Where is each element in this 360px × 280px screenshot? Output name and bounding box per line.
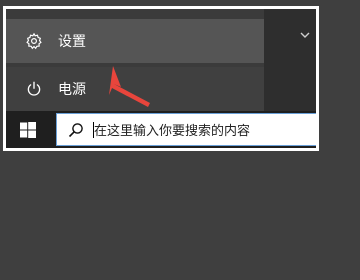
windows-logo-icon xyxy=(20,121,36,138)
power-label: 电源 xyxy=(58,82,86,98)
desktop-background: 设置 电源 在这里输入你要搜索的内容 xyxy=(0,0,360,280)
screenshot-frame: 设置 电源 在这里输入你要搜索的内容 xyxy=(3,6,319,151)
settings-menu-item[interactable]: 设置 xyxy=(6,19,264,63)
start-menu-tiles-area xyxy=(264,9,316,111)
chevron-down-icon[interactable] xyxy=(300,31,310,39)
gear-icon xyxy=(20,32,48,50)
power-menu-item[interactable]: 电源 xyxy=(6,67,264,111)
power-icon xyxy=(20,80,48,98)
start-menu-panel: 设置 电源 在这里输入你要搜索的内容 xyxy=(6,9,316,148)
search-placeholder: 在这里输入你要搜索的内容 xyxy=(94,124,251,139)
search-box[interactable]: 在这里输入你要搜索的内容 xyxy=(56,113,316,146)
search-icon xyxy=(67,121,85,139)
start-button[interactable] xyxy=(6,111,50,148)
taskbar: 在这里输入你要搜索的内容 xyxy=(6,111,316,148)
settings-label: 设置 xyxy=(58,34,86,50)
start-menu-left-column: 设置 电源 xyxy=(6,9,264,111)
